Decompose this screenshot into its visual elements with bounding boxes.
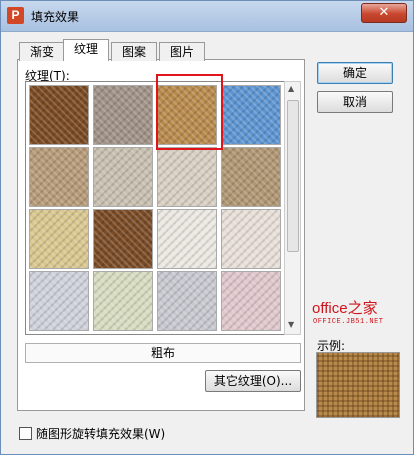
texture-cork[interactable] [221, 147, 281, 207]
brand-watermark: office之家 [312, 300, 378, 317]
rotate-with-shape-label: 随图形旋转填充效果(W) [36, 427, 166, 441]
dialog-title: 填充效果 [31, 10, 80, 24]
texture-pink-check[interactable] [221, 271, 281, 331]
texture-burlap[interactable] [157, 85, 217, 145]
texture-newsprint[interactable] [157, 147, 217, 207]
title-bar: P 填充效果 ✕ [1, 1, 413, 32]
texture-grey-weave[interactable] [157, 271, 217, 331]
texture-denim-stripes[interactable] [29, 271, 89, 331]
rotate-with-shape-checkbox[interactable] [19, 427, 32, 440]
texture-paper-bag[interactable] [29, 147, 89, 207]
close-button[interactable]: ✕ [361, 3, 407, 23]
texture-granite[interactable] [93, 147, 153, 207]
texture-scrollbar[interactable]: ▲ ▼ [284, 81, 301, 335]
texture-canvas-stripes[interactable] [221, 209, 281, 269]
app-logo-icon: P [7, 7, 24, 24]
ok-button[interactable]: 确定 [317, 62, 393, 84]
rotate-with-shape-option[interactable]: 随图形旋转填充效果(W) [19, 425, 165, 442]
scroll-down-icon[interactable]: ▼ [288, 320, 294, 329]
texture-fish-fossil[interactable] [93, 85, 153, 145]
texture-leopard[interactable] [93, 209, 153, 269]
cancel-button[interactable]: 取消 [317, 91, 393, 113]
texture-name-display: 粗布 [25, 343, 301, 363]
texture-script-paper[interactable] [157, 209, 217, 269]
texture-sand[interactable] [29, 209, 89, 269]
tab-picture[interactable]: 图片 [159, 42, 205, 61]
fill-effects-dialog: P 填充效果 ✕ 渐变 纹理 图案 图片 纹理(T): ▲ ▼ office之家… [0, 0, 414, 455]
scroll-up-icon[interactable]: ▲ [288, 84, 294, 93]
scroll-thumb[interactable] [287, 100, 299, 252]
texture-green-weave[interactable] [93, 271, 153, 331]
texture-blue-tissue[interactable] [221, 85, 281, 145]
tab-gradient[interactable]: 渐变 [19, 42, 65, 61]
brand-url-watermark: OFFICE.JB51.NET [313, 318, 384, 326]
tab-texture[interactable]: 纹理 [63, 39, 109, 61]
texture-brown-leather[interactable] [29, 85, 89, 145]
preview-swatch [316, 352, 400, 418]
other-texture-button[interactable]: 其它纹理(O)... [205, 370, 301, 392]
texture-grid [25, 81, 285, 335]
tab-pattern[interactable]: 图案 [111, 42, 157, 61]
